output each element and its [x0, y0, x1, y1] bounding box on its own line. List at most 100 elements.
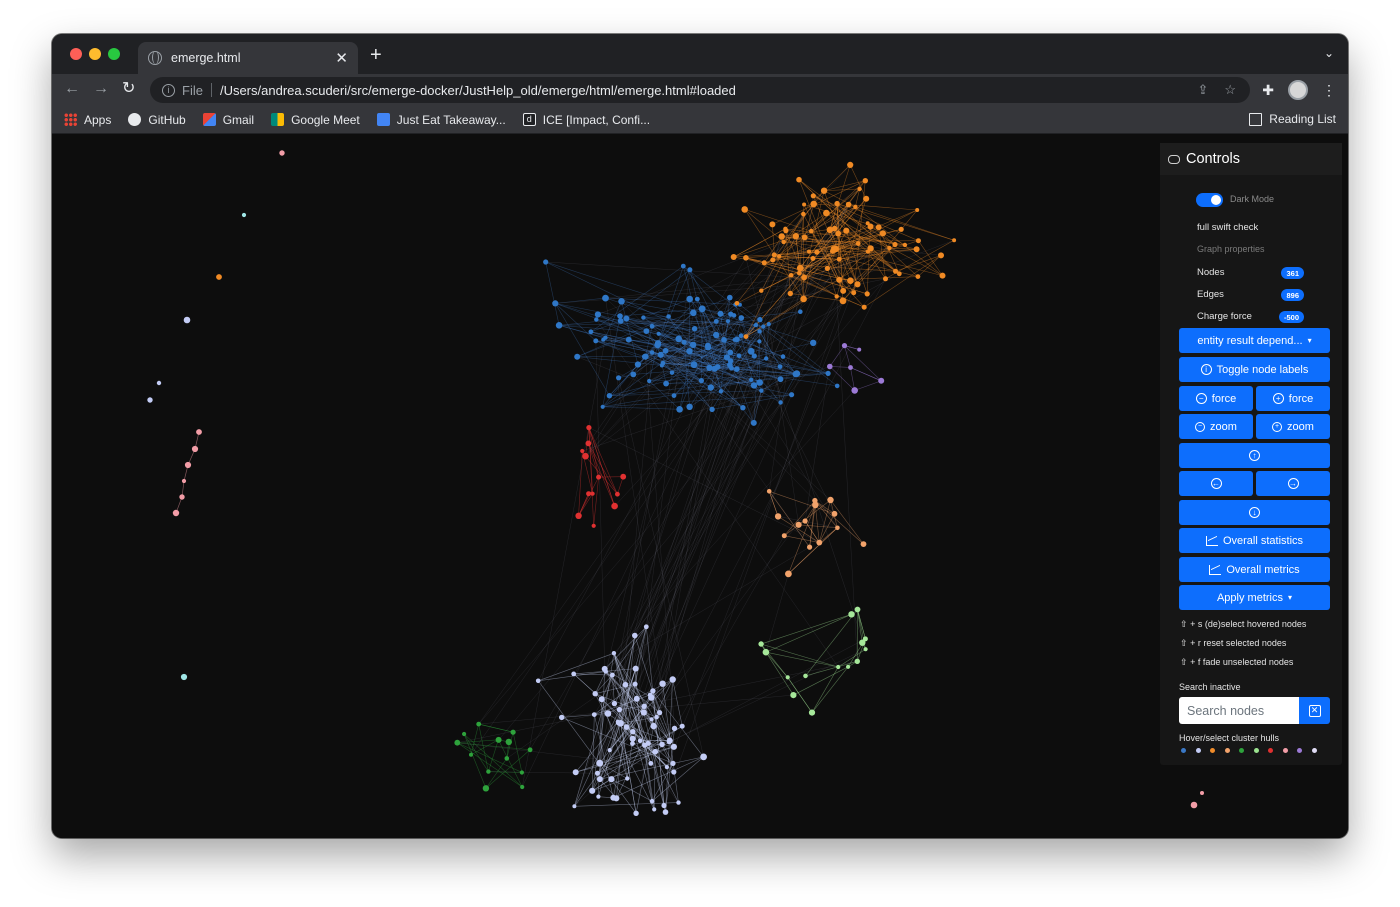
search-nodes-input[interactable]: [1179, 697, 1299, 724]
forward-arrow-icon[interactable]: →: [93, 80, 109, 98]
graph-edge: [765, 652, 794, 696]
graph-edge: [844, 345, 882, 382]
overall-statistics-button[interactable]: Overall statistics: [1179, 528, 1330, 553]
apply-metrics-button[interactable]: Apply metrics ▾: [1179, 585, 1330, 610]
graph-edge: [602, 406, 680, 410]
pan-up-button[interactable]: ↑: [1179, 443, 1330, 468]
graph-node: [689, 341, 697, 348]
bookmark-gmail[interactable]: Gmail: [202, 113, 254, 127]
avatar[interactable]: [1288, 80, 1308, 100]
graph-node: [623, 724, 630, 730]
share-icon[interactable]: ⇪: [1197, 82, 1208, 98]
graph-node: [857, 186, 862, 192]
graph-node: [758, 641, 764, 647]
search-status: Search inactive: [1179, 682, 1241, 692]
bookmark-ice[interactable]: d ICE [Impact, Confi...: [522, 113, 650, 127]
cluster-hull-dot[interactable]: [1282, 748, 1288, 753]
graph-node: [603, 335, 608, 340]
back-arrow-icon[interactable]: ←: [64, 80, 80, 98]
info-icon[interactable]: i: [162, 83, 175, 97]
graph-node: [575, 512, 582, 519]
new-tab-button[interactable]: +: [370, 45, 382, 65]
close-window-button[interactable]: [70, 48, 82, 60]
reading-list-button[interactable]: Reading List: [1249, 112, 1336, 126]
graph-node: [663, 380, 669, 387]
url-scheme: File: [182, 82, 203, 98]
clear-search-button[interactable]: ✕: [1299, 697, 1330, 724]
graph-node: [607, 748, 612, 753]
graph-node: [835, 525, 840, 531]
bookmark-github[interactable]: GitHub: [128, 113, 186, 127]
graph-node: [662, 809, 669, 815]
graph-node: [810, 200, 817, 208]
decrease-force-button[interactable]: − force: [1179, 386, 1253, 411]
extensions-icon[interactable]: ✚: [1262, 82, 1274, 99]
bookmark-just-eat[interactable]: Just Eat Takeaway...: [376, 113, 506, 127]
graph-node: [630, 729, 636, 735]
pan-left-button[interactable]: ←: [1179, 471, 1253, 496]
graph-node: [887, 245, 892, 251]
increase-force-button[interactable]: + force: [1256, 386, 1330, 411]
graph-node: [781, 239, 786, 245]
overall-metrics-button[interactable]: Overall metrics: [1179, 557, 1330, 582]
graph-edge: [811, 666, 849, 713]
graph-node: [848, 611, 855, 618]
url-text[interactable]: /Users/andrea.scuderi/src/emerge-docker/…: [220, 83, 736, 98]
graph-node: [642, 353, 649, 360]
graph-node: [853, 204, 858, 210]
graph-node: [469, 752, 473, 757]
graph-node: [593, 338, 599, 344]
graph-node: [596, 474, 602, 480]
tab-close-icon[interactable]: ✕: [335, 49, 348, 67]
chevron-down-icon[interactable]: ⌄: [1324, 46, 1334, 60]
graph-node: [743, 334, 749, 339]
graph-node: [606, 393, 613, 399]
graph-node: [676, 800, 681, 805]
star-icon[interactable]: ☆: [1224, 82, 1236, 98]
graph-edge: [595, 340, 605, 669]
bookmark-google-meet[interactable]: Google Meet: [271, 113, 360, 127]
cluster-hull-dot[interactable]: [1210, 748, 1215, 753]
graph-node: [825, 370, 831, 376]
maximize-window-button[interactable]: [108, 48, 120, 60]
page-content: Controls Dark Mode full swift check Grap…: [52, 135, 1348, 838]
graph-node: [580, 448, 585, 454]
graph-node: [596, 794, 601, 799]
dependency-graph[interactable]: [52, 135, 1348, 838]
cluster-hull-dot[interactable]: [1311, 748, 1317, 753]
cluster-hull-dot[interactable]: [1253, 748, 1259, 753]
graph-node: [714, 364, 721, 370]
zoom-in-button[interactable]: + zoom: [1256, 414, 1330, 439]
graph-edge: [463, 733, 523, 788]
graph-node: [709, 406, 715, 413]
metric-dropdown-button[interactable]: entity result depend... ▾: [1179, 328, 1330, 353]
graph-node: [586, 425, 592, 431]
toggle-node-labels-button[interactable]: i Toggle node labels: [1179, 357, 1330, 382]
cluster-hull-dot[interactable]: [1224, 748, 1230, 753]
graph-edge: [788, 527, 838, 575]
cluster-hull-dot[interactable]: [1195, 748, 1201, 753]
address-bar[interactable]: i File /Users/andrea.scuderi/src/emerge-…: [150, 77, 1250, 103]
zoom-out-button[interactable]: − zoom: [1179, 414, 1253, 439]
cluster-hull-dot[interactable]: [1239, 748, 1244, 753]
kebab-menu-icon[interactable]: ⋮: [1322, 82, 1336, 99]
graph-node: [902, 242, 908, 248]
graph-node: [172, 509, 180, 517]
graph-node: [788, 273, 794, 278]
pan-right-button[interactable]: →: [1256, 471, 1330, 496]
cluster-hull-dot[interactable]: [1181, 748, 1186, 753]
graph-node: [664, 765, 670, 770]
graph-node: [734, 301, 740, 306]
bookmark-apps[interactable]: Apps: [64, 113, 111, 127]
pan-down-button[interactable]: ↓: [1179, 500, 1330, 525]
minimize-window-button[interactable]: [89, 48, 101, 60]
graph-node: [732, 337, 737, 342]
dark-mode-toggle[interactable]: [1196, 193, 1223, 207]
graph-node: [843, 227, 850, 234]
reload-icon[interactable]: ↻: [122, 80, 135, 98]
gmail-icon: [202, 113, 216, 126]
browser-tab[interactable]: emerge.html ✕: [138, 42, 358, 74]
cluster-hull-dot[interactable]: [1268, 748, 1273, 753]
graph-node: [572, 769, 579, 776]
cluster-hull-dot[interactable]: [1297, 748, 1302, 753]
